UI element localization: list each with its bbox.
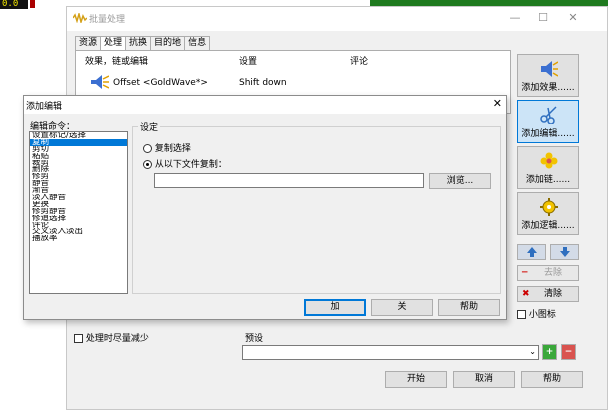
add-edit-button[interactable]: 添加编辑...... bbox=[517, 100, 579, 143]
add-edit-label: 添加编辑...... bbox=[521, 129, 575, 139]
tab-strip: 资源 处理 抗换 目的地 信息 bbox=[75, 36, 211, 51]
copy-selection-label: 复制选择 bbox=[154, 144, 191, 154]
gear-icon bbox=[540, 198, 558, 216]
arrow-down-icon bbox=[559, 247, 570, 257]
list-item[interactable]: 更换 bbox=[30, 201, 127, 208]
window-title: 批量处理 bbox=[89, 15, 126, 25]
list-item[interactable]: 复制 bbox=[30, 138, 127, 146]
list-item[interactable]: 播放率 bbox=[30, 235, 127, 242]
minimize-button[interactable]: — bbox=[501, 8, 529, 28]
delete-preset-button[interactable]: − bbox=[561, 344, 576, 360]
small-icons-checkbox[interactable] bbox=[517, 310, 526, 319]
clear-button[interactable]: ✖ 清除 bbox=[517, 286, 579, 302]
preset-label: 预设 bbox=[245, 334, 264, 344]
list-item[interactable]: 删除 bbox=[30, 166, 127, 173]
add-effect-label: 添加效果...... bbox=[521, 83, 575, 93]
preset-select[interactable]: ⌄ bbox=[242, 345, 539, 360]
cancel-button[interactable]: 取消 bbox=[453, 371, 515, 388]
x-icon: ✖ bbox=[522, 289, 530, 299]
list-item[interactable]: 渐音 bbox=[30, 187, 127, 194]
list-item[interactable]: 淡入静音 bbox=[30, 194, 127, 201]
list-item[interactable]: 粘贴 bbox=[30, 153, 127, 160]
effect-icon bbox=[91, 75, 109, 89]
list-item[interactable]: 设置标记/选择 bbox=[30, 132, 127, 139]
minus-icon: − bbox=[564, 347, 573, 357]
list-item[interactable]: 交叉淡入淡出 bbox=[30, 228, 127, 235]
settings-label: 设定 bbox=[138, 120, 161, 133]
tab-destination[interactable]: 目的地 bbox=[150, 36, 186, 50]
command-list[interactable]: 设置标记/选择 复制 剪切 粘贴 裁剪 删除 修剪 静音 渐音 淡入静音 更换 … bbox=[29, 131, 128, 294]
waveform-app-icon bbox=[73, 13, 87, 23]
reduce-checkbox[interactable] bbox=[74, 334, 83, 343]
speaker-icon bbox=[541, 61, 558, 77]
add-logic-button[interactable]: 添加逻辑...... bbox=[517, 192, 579, 235]
add-chain-button[interactable]: 添加链...... bbox=[517, 146, 579, 189]
small-icons-label: 小图标 bbox=[528, 310, 556, 320]
column-header-comment[interactable]: 评论 bbox=[350, 54, 368, 67]
dialog-close-button[interactable]: ✕ bbox=[493, 97, 502, 110]
list-item[interactable]: 修道选择 bbox=[30, 215, 127, 222]
close-button[interactable]: ✕ bbox=[559, 8, 587, 28]
list-item-setting[interactable]: Shift down bbox=[239, 78, 287, 88]
list-item[interactable]: 裁剪 bbox=[30, 160, 127, 167]
chevron-down-icon: ⌄ bbox=[529, 347, 536, 356]
list-item[interactable]: 剪切 bbox=[30, 146, 127, 153]
list-item[interactable]: 修剪静音 bbox=[30, 208, 127, 215]
dialog-help-button[interactable]: 帮助 bbox=[438, 299, 500, 316]
option-copy-selection[interactable]: 复制选择 bbox=[143, 141, 191, 154]
copy-from-file-radio[interactable] bbox=[143, 160, 152, 169]
list-item-effect[interactable]: Offset <GoldWave*> bbox=[113, 78, 208, 88]
move-down-button[interactable] bbox=[550, 244, 579, 260]
scissors-icon bbox=[540, 106, 557, 124]
list-item[interactable]: 静音 bbox=[30, 180, 127, 187]
browse-button[interactable]: 浏览... bbox=[429, 173, 491, 189]
copy-selection-radio[interactable] bbox=[143, 144, 152, 153]
tab-convert[interactable]: 抗换 bbox=[125, 36, 152, 50]
tab-process[interactable]: 处理 bbox=[100, 36, 127, 51]
clear-label: 清除 bbox=[544, 289, 563, 299]
move-up-button[interactable] bbox=[517, 244, 546, 260]
list-item[interactable]: 修剪 bbox=[30, 173, 127, 180]
add-effect-button[interactable]: 添加效果...... bbox=[517, 54, 579, 97]
dialog-title: 添加编辑 bbox=[26, 102, 63, 112]
add-logic-label: 添加逻辑...... bbox=[521, 221, 575, 231]
dialog-title-bar: 添加编辑 ✕ bbox=[24, 96, 506, 114]
close-dialog-button[interactable]: 关 bbox=[371, 299, 433, 316]
reduce-label: 处理时尽量减少 bbox=[85, 334, 149, 344]
add-button[interactable]: 加 bbox=[304, 299, 366, 316]
flower-icon bbox=[540, 152, 558, 169]
remove-button[interactable]: ━ 去除 bbox=[517, 265, 579, 281]
tab-info[interactable]: 信息 bbox=[184, 36, 211, 50]
list-item[interactable]: 评论 bbox=[30, 222, 127, 229]
minus-icon: ━ bbox=[522, 268, 528, 278]
file-path-input[interactable] bbox=[154, 173, 424, 188]
maximize-button[interactable]: ☐ bbox=[529, 8, 557, 28]
add-edit-dialog: 添加编辑 ✕ 编辑命令： 设置标记/选择 复制 剪切 粘贴 裁剪 删除 修剪 静… bbox=[23, 95, 507, 320]
copy-from-file-label: 从以下文件复制： bbox=[154, 160, 227, 170]
option-copy-from-file[interactable]: 从以下文件复制： bbox=[143, 157, 227, 170]
column-header-setting[interactable]: 设置 bbox=[239, 54, 257, 67]
small-icons-option[interactable]: 小图标 bbox=[517, 307, 556, 320]
remove-label: 去除 bbox=[544, 268, 563, 278]
record-indicator bbox=[30, 0, 35, 8]
title-bar: 批量处理 — ☐ ✕ bbox=[67, 7, 607, 31]
reduce-option[interactable]: 处理时尽量减少 bbox=[74, 331, 149, 344]
counter-display: 0.0 bbox=[0, 0, 28, 9]
add-chain-label: 添加链...... bbox=[525, 175, 571, 185]
arrow-up-icon bbox=[526, 247, 537, 257]
tab-source[interactable]: 资源 bbox=[75, 36, 102, 50]
start-button[interactable]: 开始 bbox=[385, 371, 447, 388]
add-preset-button[interactable]: + bbox=[542, 344, 557, 360]
column-header-effect[interactable]: 效果，链或编辑 bbox=[85, 54, 148, 67]
help-button[interactable]: 帮助 bbox=[521, 371, 583, 388]
plus-icon: + bbox=[545, 347, 554, 357]
